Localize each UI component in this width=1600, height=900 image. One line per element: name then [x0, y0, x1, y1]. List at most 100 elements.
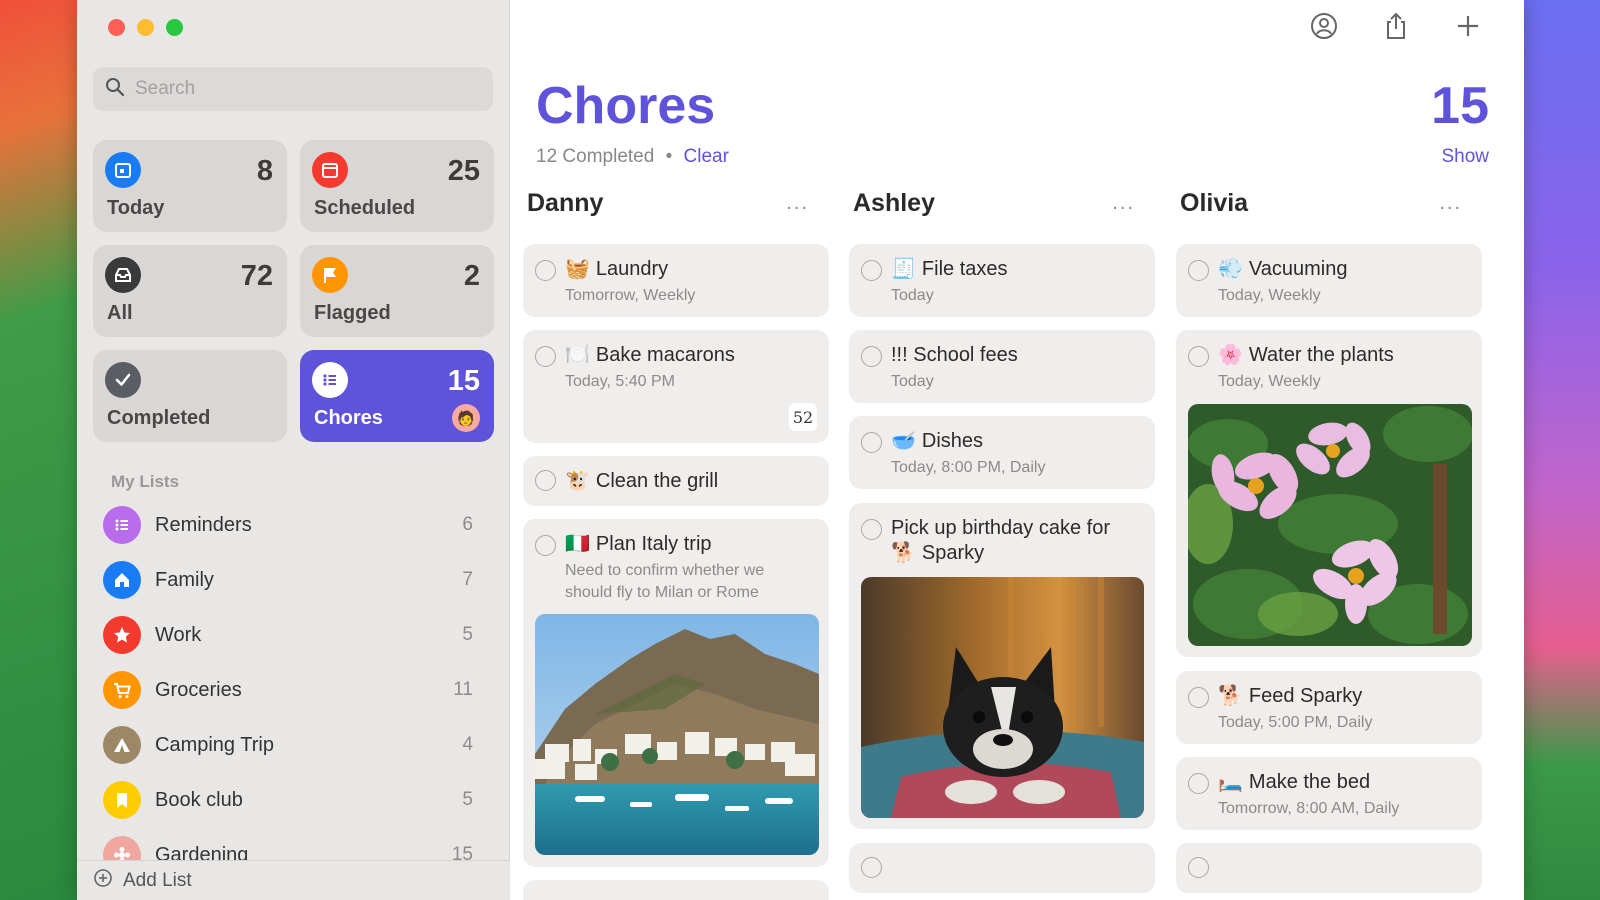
reminder-title: 🥣 Dishes — [891, 429, 1141, 454]
italy-flag-icon: 🇮🇹 — [565, 533, 590, 555]
complete-checkbox[interactable] — [535, 535, 556, 556]
share-icon[interactable] — [1380, 10, 1412, 42]
list-item-camping-trip[interactable]: Camping Trip 4 — [103, 721, 473, 769]
column-title: Olivia — [1180, 188, 1249, 217]
toolbar — [1308, 10, 1484, 42]
clear-button[interactable]: Clear — [684, 146, 729, 167]
reminder-card[interactable]: 🍽️ Bake macarons Today, 5:40 PM 52 — [523, 330, 829, 443]
reminder-card[interactable]: !!! School fees Today — [849, 330, 1155, 403]
total-count: 15 — [1431, 77, 1489, 135]
reminder-card[interactable]: 🐮 Clean the grill — [523, 456, 829, 506]
page-title: Chores — [536, 77, 716, 135]
reminder-card-empty[interactable] — [1176, 843, 1482, 893]
dog-icon: 🐕 — [1218, 685, 1243, 707]
more-options-button[interactable]: ... — [1439, 192, 1462, 215]
complete-checkbox[interactable] — [1188, 857, 1209, 878]
zoom-window-button[interactable] — [166, 19, 183, 36]
dog-icon: 🐕 — [891, 542, 916, 564]
blossom-icon: 🌸 — [1218, 344, 1243, 366]
smart-list-count: 8 — [256, 155, 273, 187]
list-count: 5 — [462, 789, 473, 810]
add-icon[interactable] — [1452, 10, 1484, 42]
list-item-work[interactable]: Work 5 — [103, 611, 473, 659]
calendar-today-icon — [105, 152, 141, 188]
star-icon — [103, 616, 141, 654]
smart-list-scheduled[interactable]: 25 Scheduled — [300, 140, 494, 232]
list-name: Reminders — [155, 513, 252, 536]
add-list-button[interactable]: Add List — [77, 860, 510, 900]
cart-icon — [103, 671, 141, 709]
complete-checkbox[interactable] — [1188, 260, 1209, 281]
complete-checkbox[interactable] — [1188, 687, 1209, 708]
reminder-subtitle: Tomorrow, 8:00 AM, Daily — [1218, 800, 1400, 817]
column-header: Ashley ... — [849, 186, 1155, 220]
list-count: 5 — [462, 624, 473, 645]
list-item-book-club[interactable]: Book club 5 — [103, 776, 473, 824]
show-button[interactable]: Show — [1441, 146, 1489, 168]
complete-checkbox[interactable] — [535, 470, 556, 491]
list-item-groceries[interactable]: Groceries 11 — [103, 666, 473, 714]
reminder-card[interactable]: 🌸 Water the plants Today, Weekly — [1176, 330, 1482, 657]
complete-checkbox[interactable] — [535, 346, 556, 367]
complete-checkbox[interactable] — [861, 346, 882, 367]
reminder-card[interactable]: 🥣 Dishes Today, 8:00 PM, Daily — [849, 416, 1155, 489]
list-bullet-icon — [103, 506, 141, 544]
smart-list-label: Flagged — [314, 302, 391, 324]
reminder-title-text: Laundry — [595, 258, 669, 280]
column-header: Danny ... — [523, 186, 829, 220]
smart-list-all[interactable]: 72 All — [93, 245, 287, 337]
smart-list-chores[interactable]: 15 Chores 🧑 — [300, 350, 494, 442]
reminder-card[interactable]: Pick up birthday cake for 🐕 Sparky — [849, 503, 1155, 829]
list-name: Family — [155, 568, 214, 591]
list-count: 11 — [453, 679, 473, 700]
reminder-card[interactable]: 💨 Vacuuming Today, Weekly — [1176, 244, 1482, 317]
more-options-button[interactable]: ... — [786, 192, 809, 215]
minimize-window-button[interactable] — [137, 19, 154, 36]
reminder-card[interactable]: 🧺 Laundry Tomorrow, Weekly — [523, 244, 829, 317]
reminder-title: 🐮 Clean the grill — [565, 469, 815, 494]
sidebar: 8 Today 25 Scheduled 72 All 2 Flagged — [77, 0, 510, 900]
reminder-title-text: Clean the grill — [595, 470, 719, 492]
list-count: 7 — [462, 569, 473, 590]
attachment-badge[interactable]: 52 — [789, 403, 817, 431]
coastal-village-photo[interactable] — [535, 614, 819, 855]
reminder-card-empty[interactable] — [523, 880, 829, 900]
reminder-title: !!! School fees — [891, 344, 1018, 366]
complete-checkbox[interactable] — [861, 260, 882, 281]
search-input[interactable] — [135, 78, 465, 100]
complete-checkbox[interactable] — [535, 260, 556, 281]
reminder-subtitle: Today, Weekly — [1218, 287, 1321, 304]
separator: • — [665, 146, 673, 167]
list-item-family[interactable]: Family 7 — [103, 556, 473, 604]
flowers-photo[interactable] — [1188, 404, 1472, 646]
list-name: Camping Trip — [155, 733, 274, 756]
smart-list-label: Scheduled — [314, 197, 416, 219]
list-item-reminders[interactable]: Reminders 6 — [103, 501, 473, 549]
reminder-card[interactable]: 🐕 Feed Sparky Today, 5:00 PM, Daily — [1176, 671, 1482, 744]
reminder-card[interactable]: 🇮🇹 Plan Italy trip Need to confirm whethe… — [523, 519, 829, 867]
reminder-card[interactable]: 🧾 File taxes Today — [849, 244, 1155, 317]
column-danny: Danny ... — [523, 186, 829, 220]
close-window-button[interactable] — [108, 19, 125, 36]
complete-checkbox[interactable] — [1188, 346, 1209, 367]
smart-list-count: 15 — [447, 365, 480, 397]
complete-checkbox[interactable] — [1188, 773, 1209, 794]
search-field[interactable] — [93, 67, 493, 111]
complete-checkbox[interactable] — [861, 519, 882, 540]
smart-list-completed[interactable]: Completed — [93, 350, 287, 442]
share-people-icon[interactable] — [1308, 10, 1340, 42]
search-icon — [105, 77, 125, 102]
reminder-title: 🇮🇹 Plan Italy trip — [565, 532, 815, 557]
reminder-title: 🌸 Water the plants — [1218, 343, 1468, 368]
dog-photo[interactable] — [861, 577, 1144, 818]
smart-list-today[interactable]: 8 Today — [93, 140, 287, 232]
smart-list-flagged[interactable]: 2 Flagged — [300, 245, 494, 337]
reminder-card-empty[interactable] — [849, 843, 1155, 893]
smart-list-label: Completed — [107, 407, 211, 429]
list-count: 4 — [462, 734, 473, 755]
reminder-subtitle: Today, 5:00 PM, Daily — [1218, 714, 1373, 731]
complete-checkbox[interactable] — [861, 857, 882, 878]
more-options-button[interactable]: ... — [1112, 192, 1135, 215]
reminder-card[interactable]: 🛏️ Make the bed Tomorrow, 8:00 AM, Daily — [1176, 757, 1482, 830]
complete-checkbox[interactable] — [861, 432, 882, 453]
